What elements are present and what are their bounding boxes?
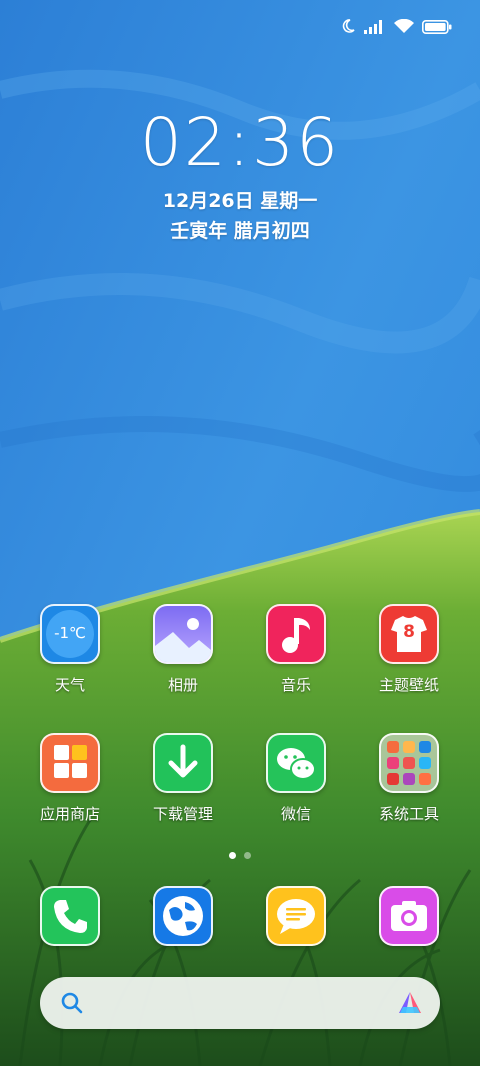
browser-icon [153,886,213,946]
app-label: 天气 [54,676,85,694]
clock-time[interactable]: 02:36 [0,104,480,181]
dock-phone[interactable] [20,886,120,946]
app-gallery[interactable]: 相册 [133,604,233,695]
folder-system-tools[interactable]: 系统工具 [359,733,459,824]
camera-icon [379,886,439,946]
search-icon [60,991,84,1019]
dock-messages[interactable] [246,886,346,946]
gallery-icon [153,604,213,664]
wifi-icon [394,18,414,38]
folder-icon [379,733,439,793]
page-dot-active [229,852,236,859]
app-label: 应用商店 [39,805,100,823]
date-text: 12月26日 星期一 [162,190,318,212]
lunar-date-text: 壬寅年 腊月初四 [170,220,310,242]
download-icon [153,733,213,793]
app-store[interactable]: 应用商店 [20,733,120,824]
app-store-icon [40,733,100,793]
weather-icon: -1℃ [40,604,100,664]
app-label: 音乐 [280,676,311,694]
app-label: 微信 [280,805,311,823]
phone-icon [40,886,100,946]
status-bar [340,18,452,38]
signal-icon [364,19,386,38]
assistant-logo-icon[interactable] [396,989,424,1021]
wechat-icon [266,733,326,793]
messages-icon [266,886,326,946]
battery-icon [422,19,452,38]
moon-icon [340,18,356,38]
app-downloads[interactable]: 下载管理 [133,733,233,824]
page-indicator [0,852,480,859]
app-label: 系统工具 [378,805,439,823]
app-themes[interactable]: 8 主题壁纸 [359,604,459,695]
dock-browser[interactable] [133,886,233,946]
app-wechat[interactable]: 微信 [246,733,346,824]
search-bar[interactable] [40,977,440,1029]
app-label: 相册 [167,676,198,694]
app-label: 下载管理 [152,805,213,823]
dock-camera[interactable] [359,886,459,946]
weather-temp: -1℃ [54,624,86,642]
page-dot [244,852,251,859]
theme-shirt-icon: 8 [379,604,439,664]
app-label: 主题壁纸 [378,676,439,694]
theme-number: 8 [403,622,415,642]
app-music[interactable]: 音乐 [246,604,346,695]
app-weather[interactable]: -1℃ 天气 [20,604,120,695]
music-icon [266,604,326,664]
